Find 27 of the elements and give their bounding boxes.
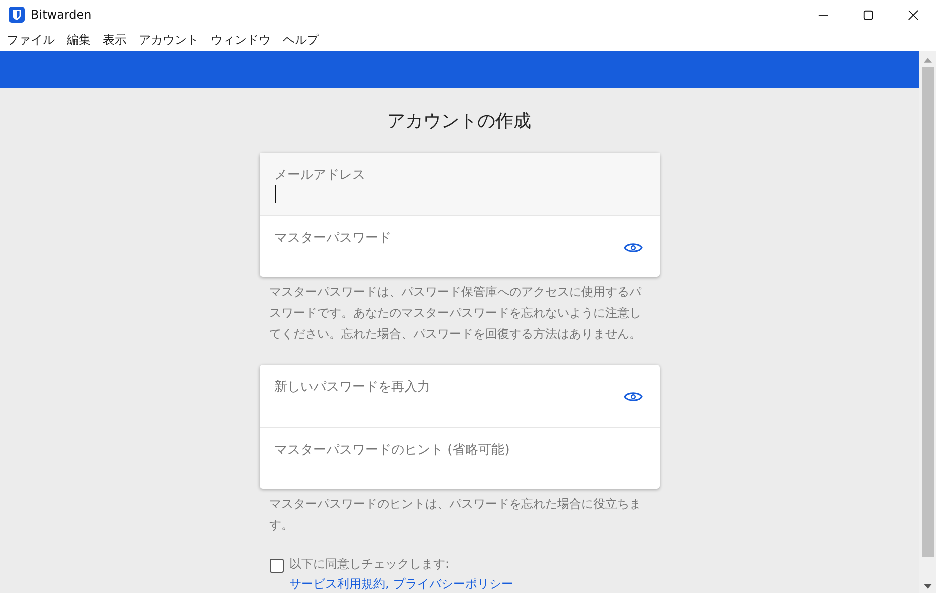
menu-item[interactable]: ファイル bbox=[7, 32, 55, 49]
eye-icon[interactable] bbox=[624, 391, 642, 403]
input-field[interactable]: マスターパスワード bbox=[260, 215, 660, 277]
scrollbar-thumb[interactable] bbox=[922, 67, 934, 557]
help-text: マスターパスワードは、パスワード保管庫へのアクセスに使用するパスワードです。あなたのマスターパスワードを忘れないように注意してください。忘れた場合、パスワードを回復する方法はありません。 bbox=[270, 284, 643, 343]
app-logo-icon bbox=[9, 7, 25, 23]
close-icon[interactable] bbox=[908, 10, 919, 20]
scrollbar[interactable] bbox=[919, 51, 936, 593]
menu-item[interactable]: 表示 bbox=[103, 32, 127, 49]
eye-icon[interactable] bbox=[624, 242, 642, 254]
agree-label: 以下に同意しチェックします: bbox=[290, 556, 451, 573]
input-field[interactable]: 新しいパスワードを再入力 bbox=[260, 365, 660, 427]
input-field[interactable]: マスターパスワードのヒント (省略可能) bbox=[260, 427, 660, 489]
menu-item[interactable]: ウィンドウ bbox=[211, 32, 271, 49]
agree-checkbox[interactable] bbox=[270, 559, 284, 573]
menu-item[interactable]: 編集 bbox=[67, 32, 91, 49]
menu-item[interactable]: ヘルプ bbox=[283, 32, 319, 49]
scroll-down-icon[interactable] bbox=[924, 584, 932, 589]
maximize-icon[interactable] bbox=[863, 10, 874, 20]
policy-link[interactable]: サービス利用規約 bbox=[290, 577, 386, 591]
help-text: マスターパスワードのヒントは、パスワードを忘れた場合に役立ちます。 bbox=[270, 496, 642, 534]
window-title: Bitwarden bbox=[31, 8, 92, 22]
policy-link[interactable]: プライバシーポリシー bbox=[393, 577, 514, 591]
input-field[interactable]: メールアドレス bbox=[260, 153, 660, 215]
separator: , bbox=[386, 577, 390, 591]
page-title: アカウントの作成 bbox=[386, 110, 532, 133]
menu-item[interactable]: アカウント bbox=[139, 32, 199, 49]
